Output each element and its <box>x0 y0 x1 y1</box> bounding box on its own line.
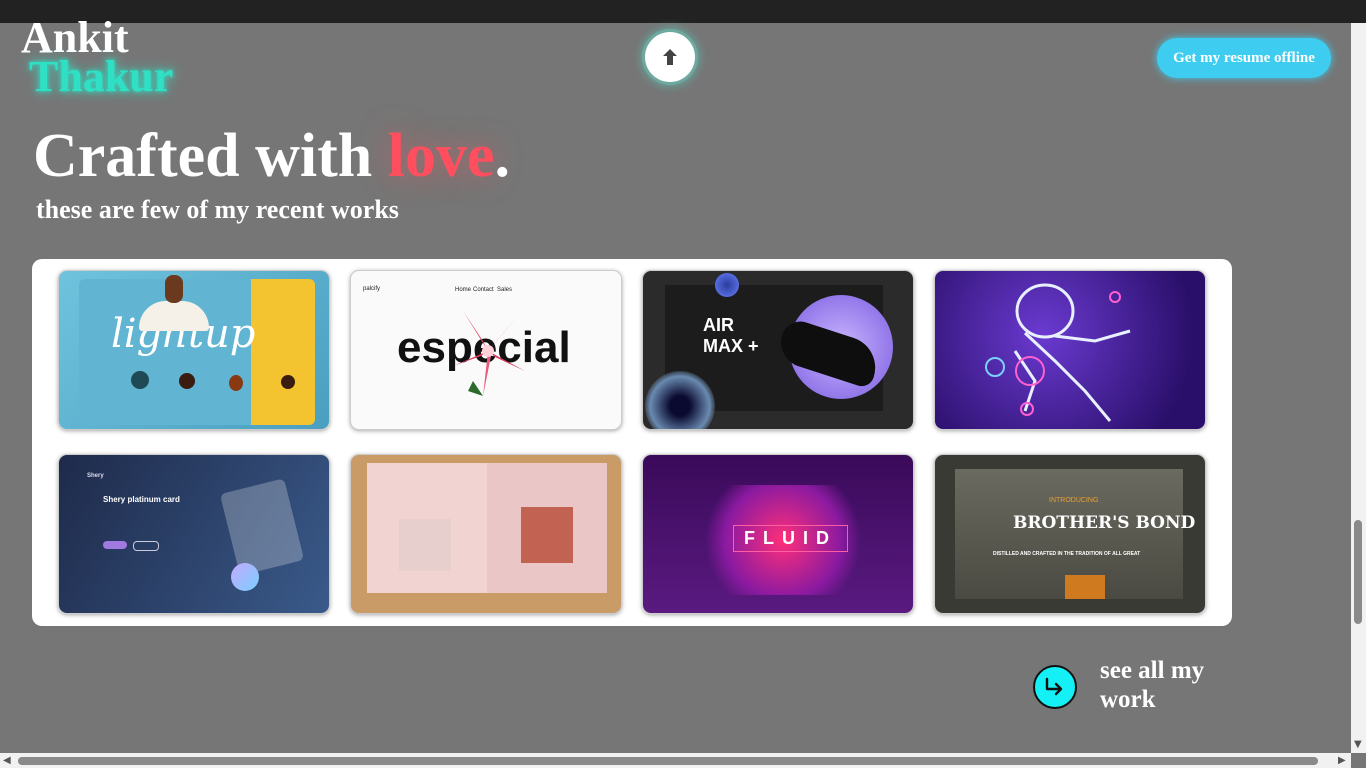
especial-nav-home: Home <box>455 287 472 293</box>
airmax-title: AIR MAX + <box>703 315 759 356</box>
work-card-portfolio[interactable] <box>350 454 622 614</box>
pendant-lamp-2 <box>179 373 195 389</box>
brothers-bond-intro: INTRODUCING <box>1049 497 1099 504</box>
lamp-cap <box>165 275 183 303</box>
headline-accent: love <box>387 122 495 190</box>
work-card-shery[interactable]: Shery Shery platinum card <box>58 454 330 614</box>
shery-title: Shery platinum card <box>103 495 180 504</box>
arrow-up-icon <box>663 49 677 65</box>
resume-button[interactable]: Get my resume offline <box>1157 38 1331 78</box>
especial-nav-contact: Contact <box>473 287 494 293</box>
work-card-lightup[interactable]: lightup <box>58 270 330 430</box>
glow-orb-top <box>715 273 739 297</box>
hero-headline: Crafted with love. <box>33 122 510 190</box>
headline-end: . <box>494 122 510 190</box>
pendant-lamp-1 <box>131 371 149 389</box>
shery-brand: Shery <box>87 473 104 479</box>
shery-secondary-button <box>133 541 159 551</box>
neon-astronaut-illustration <box>985 283 1131 422</box>
vertical-scrollbar[interactable] <box>1351 23 1366 753</box>
work-card-brothers-bond[interactable]: INTRODUCING BROTHER'S BOND DISTILLED AND… <box>934 454 1206 614</box>
work-card-fluid[interactable]: FLUID <box>642 454 914 614</box>
arrow-right-circle-icon <box>1045 677 1063 696</box>
scroll-down-icon[interactable]: ▼ <box>1354 739 1362 750</box>
top-bar <box>0 0 1366 23</box>
shery-orb <box>231 563 259 591</box>
logo-last-name[interactable]: Thakur <box>29 54 173 100</box>
hero-subheading: these are few of my recent works <box>36 195 399 224</box>
work-card-especial[interactable]: palcify Home Contact Sales especial <box>350 270 622 430</box>
pendant-lamp-3 <box>229 375 243 391</box>
portfolio-photo-left <box>399 519 451 571</box>
vertical-scrollbar-thumb[interactable] <box>1354 520 1362 624</box>
work-card-airmax[interactable]: AIR MAX + <box>642 270 914 430</box>
scroll-left-icon[interactable]: ◀ <box>3 755 11 766</box>
work-card-astronaut[interactable] <box>934 270 1206 430</box>
fluid-title: FLUID <box>733 525 848 552</box>
see-all-work-label[interactable]: see all my work <box>1100 656 1240 714</box>
lightup-yellow-panel <box>251 279 315 425</box>
horizontal-scrollbar-thumb[interactable] <box>18 757 1318 765</box>
shery-primary-button <box>103 541 127 549</box>
headline-start: Crafted with <box>33 122 388 190</box>
scroll-right-icon[interactable]: ▶ <box>1338 755 1346 766</box>
scroll-to-top-button[interactable] <box>645 32 695 82</box>
pendant-lamp-4 <box>281 375 295 389</box>
see-all-work-button[interactable] <box>1033 665 1077 709</box>
especial-brand: palcify <box>363 286 381 292</box>
brothers-bond-title: BROTHER'S BOND <box>1013 513 1196 533</box>
brothers-bond-tagline: DISTILLED AND CRAFTED IN THE TRADITION O… <box>993 551 1141 557</box>
portfolio-photo-right <box>521 507 573 563</box>
bottle-image <box>1065 575 1105 599</box>
shery-glass-card <box>219 478 305 576</box>
lily-flower-icon <box>453 311 525 396</box>
especial-nav-sales: Sales <box>497 287 513 293</box>
